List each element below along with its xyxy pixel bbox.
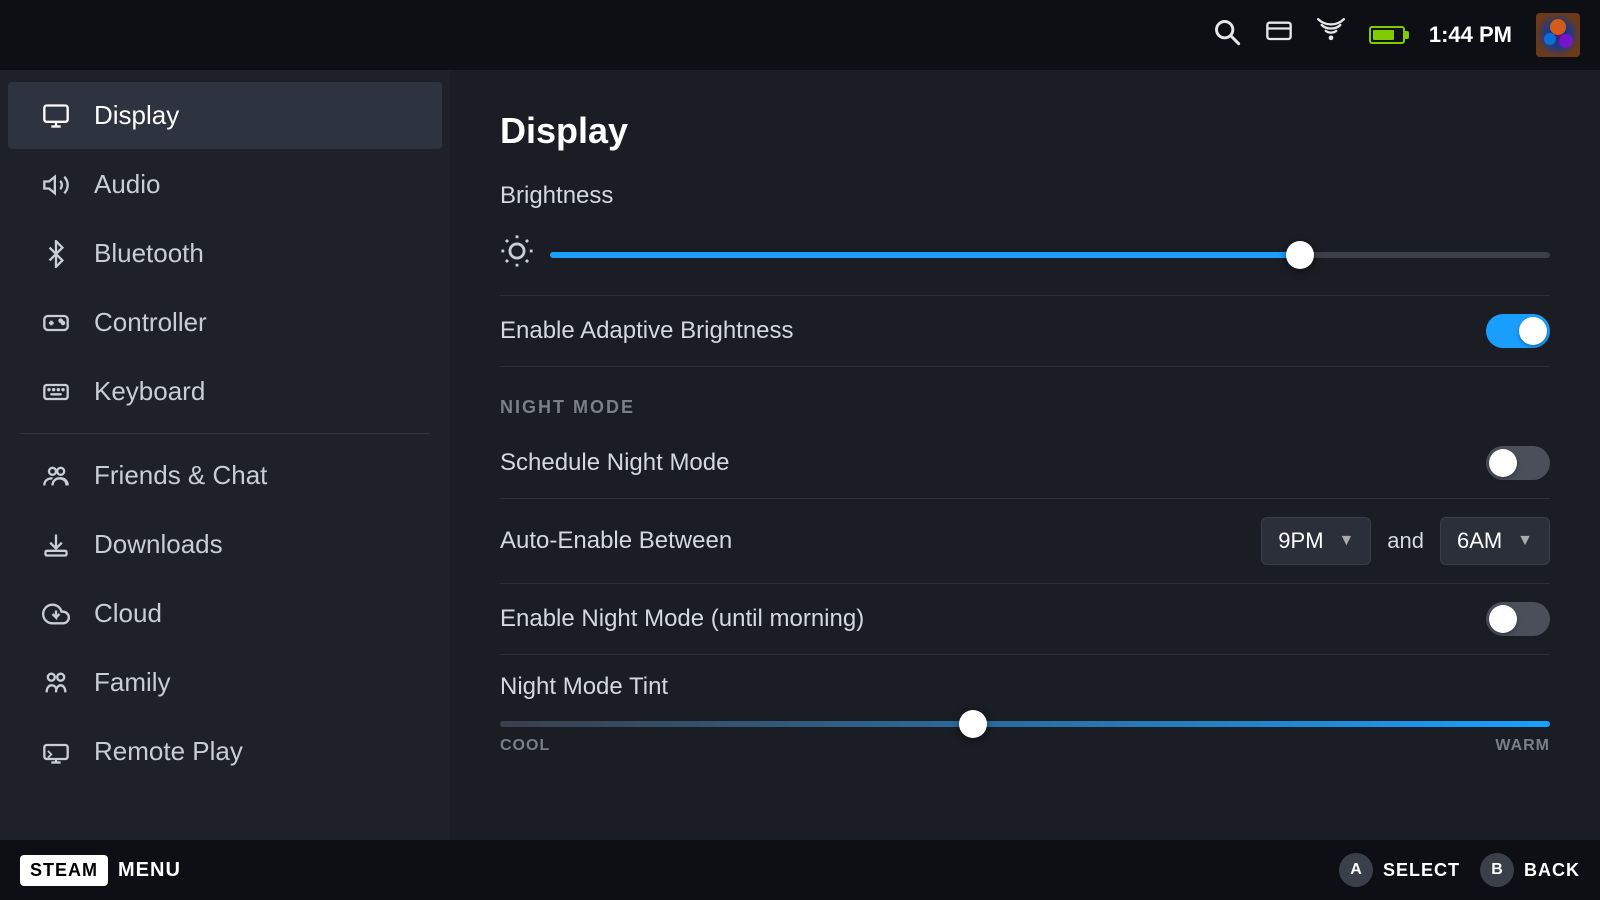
remoteplay-icon <box>38 738 74 766</box>
sidebar-item-downloads[interactable]: Downloads <box>8 511 442 578</box>
sidebar-item-cloud[interactable]: Cloud <box>8 580 442 647</box>
end-time-dropdown[interactable]: 6AM ▼ <box>1440 517 1550 565</box>
and-label: and <box>1387 528 1424 554</box>
battery-indicator <box>1369 26 1405 44</box>
action-buttons: A SELECT B BACK <box>1339 853 1580 887</box>
sidebar-item-display[interactable]: Display <box>8 82 442 149</box>
sidebar-item-downloads-label: Downloads <box>94 529 223 560</box>
end-time-value: 6AM <box>1457 528 1502 554</box>
enable-night-mode-toggle[interactable] <box>1486 602 1550 636</box>
friends-icon <box>38 462 74 490</box>
downloads-icon <box>38 531 74 559</box>
sidebar-item-keyboard-label: Keyboard <box>94 376 205 407</box>
start-time-value: 9PM <box>1278 528 1323 554</box>
display-icon <box>38 102 74 130</box>
warm-label: WARM <box>1495 737 1550 755</box>
night-mode-header: NIGHT MODE <box>500 367 1550 428</box>
signal-icon <box>1317 18 1345 52</box>
schedule-night-mode-toggle[interactable] <box>1486 446 1550 480</box>
bluetooth-icon <box>38 240 74 268</box>
topbar: 1:44 PM <box>0 0 1600 70</box>
sidebar-item-friends[interactable]: Friends & Chat <box>8 442 442 509</box>
enable-night-mode-row: Enable Night Mode (until morning) <box>500 584 1550 655</box>
a-button: A <box>1339 853 1373 887</box>
page-title: Display <box>500 110 1550 152</box>
keyboard-icon <box>38 378 74 406</box>
menu-label: MENU <box>118 859 181 882</box>
adaptive-brightness-toggle[interactable] <box>1486 314 1550 348</box>
select-action[interactable]: A SELECT <box>1339 853 1460 887</box>
schedule-night-mode-row: Schedule Night Mode <box>500 428 1550 499</box>
sidebar-divider <box>20 433 430 434</box>
sun-icon <box>500 234 534 275</box>
cloud-icon <box>38 600 74 628</box>
tint-slider-container: COOL WARM <box>500 701 1550 775</box>
sidebar-item-cloud-label: Cloud <box>94 598 162 629</box>
sidebar-item-keyboard[interactable]: Keyboard <box>8 358 442 425</box>
select-label: SELECT <box>1383 860 1460 881</box>
brightness-slider[interactable] <box>550 252 1550 258</box>
sidebar-item-controller-label: Controller <box>94 307 207 338</box>
b-button: B <box>1480 853 1514 887</box>
night-mode-tint-label: Night Mode Tint <box>500 673 668 700</box>
clock: 1:44 PM <box>1429 22 1512 48</box>
sidebar-item-audio-label: Audio <box>94 169 161 200</box>
avatar[interactable] <box>1536 13 1580 57</box>
content-area: Display Brightness <box>450 70 1600 840</box>
sidebar-item-bluetooth[interactable]: Bluetooth <box>8 220 442 287</box>
end-time-chevron: ▼ <box>1517 532 1533 550</box>
sidebar-item-display-label: Display <box>94 100 179 131</box>
sidebar-item-remoteplay[interactable]: Remote Play <box>8 718 442 785</box>
adaptive-brightness-row: Enable Adaptive Brightness <box>500 296 1550 367</box>
audio-icon <box>38 171 74 199</box>
back-label: BACK <box>1524 860 1580 881</box>
enable-night-mode-label: Enable Night Mode (until morning) <box>500 605 864 633</box>
brightness-section <box>500 224 1550 296</box>
start-time-chevron: ▼ <box>1338 532 1354 550</box>
search-icon[interactable] <box>1213 18 1241 52</box>
adaptive-brightness-label: Enable Adaptive Brightness <box>500 317 794 345</box>
sidebar-item-audio[interactable]: Audio <box>8 151 442 218</box>
back-action[interactable]: B BACK <box>1480 853 1580 887</box>
cool-label: COOL <box>500 737 550 755</box>
controller-icon <box>38 309 74 337</box>
sidebar-item-remoteplay-label: Remote Play <box>94 736 243 767</box>
steam-logo: STEAM <box>20 855 108 886</box>
sidebar-item-family[interactable]: Family <box>8 649 442 716</box>
sidebar-item-friends-label: Friends & Chat <box>94 460 267 491</box>
sidebar-item-bluetooth-label: Bluetooth <box>94 238 204 269</box>
start-time-dropdown[interactable]: 9PM ▼ <box>1261 517 1371 565</box>
cards-icon[interactable] <box>1265 18 1293 52</box>
auto-enable-label: Auto-Enable Between <box>500 527 732 555</box>
main-container: Display Audio Bluetooth <box>0 70 1600 840</box>
steam-button[interactable]: STEAM <box>20 855 108 886</box>
tint-slider[interactable] <box>500 721 1550 727</box>
sidebar-item-family-label: Family <box>94 667 171 698</box>
brightness-label: Brightness <box>500 182 1550 210</box>
sidebar-item-controller[interactable]: Controller <box>8 289 442 356</box>
auto-enable-row: Auto-Enable Between 9PM ▼ and 6AM ▼ <box>500 499 1550 584</box>
bottombar: STEAM MENU A SELECT B BACK <box>0 840 1600 900</box>
sidebar: Display Audio Bluetooth <box>0 70 450 840</box>
schedule-night-mode-label: Schedule Night Mode <box>500 449 729 477</box>
night-mode-tint-section: Night Mode Tint COOL WARM <box>500 655 1550 793</box>
family-icon <box>38 669 74 697</box>
